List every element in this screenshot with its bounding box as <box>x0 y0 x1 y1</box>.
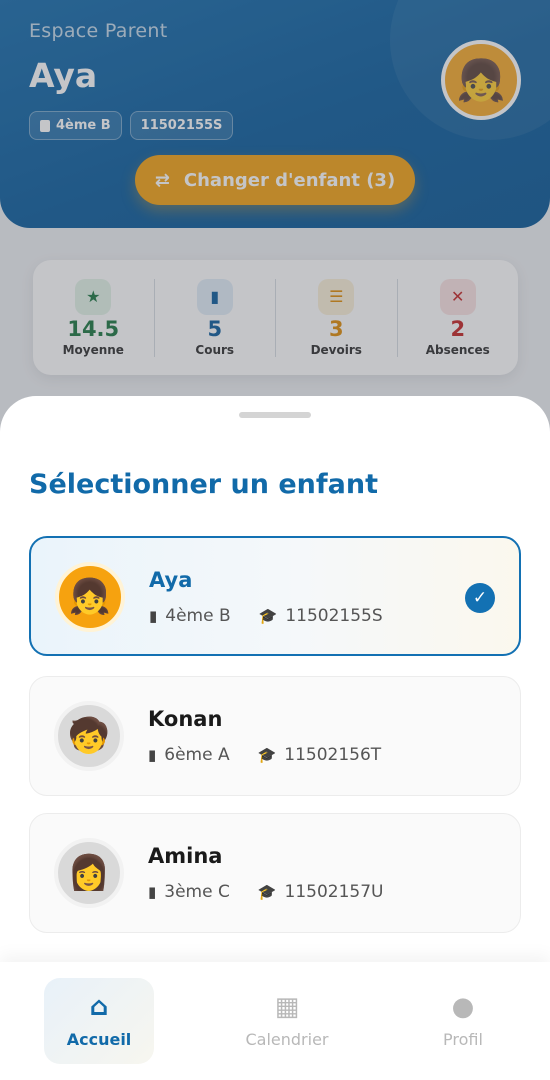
nav-calendar[interactable]: ▦ Calendrier <box>232 978 342 1064</box>
child-option-amina[interactable]: 👩 Amina ▮ 3ème C 🎓 11502157U <box>29 813 521 933</box>
child-class: 6ème A <box>164 745 230 765</box>
book-icon: ▮ <box>149 607 158 625</box>
child-name: Amina <box>148 844 223 868</box>
child-name: Konan <box>148 707 223 731</box>
child-meta: ▮ 4ème B 🎓 11502155S <box>149 606 383 626</box>
bottom-nav: ⌂ Accueil ▦ Calendrier ● Profil <box>0 962 550 1080</box>
nav-profile[interactable]: ● Profil <box>408 978 518 1064</box>
book-icon: ▮ <box>148 746 157 764</box>
graduation-cap-icon: 🎓 <box>257 746 277 764</box>
avatar-emoji: 👩 <box>67 853 111 893</box>
child-meta: ▮ 6ème A 🎓 11502156T <box>148 745 381 765</box>
child-class: 3ème C <box>164 882 230 902</box>
child-id: 11502155S <box>285 606 383 626</box>
calendar-icon: ▦ <box>274 991 300 1022</box>
check-icon: ✓ <box>465 583 495 613</box>
child-class: 4ème B <box>165 606 231 626</box>
child-meta: ▮ 3ème C 🎓 11502157U <box>148 882 384 902</box>
avatar: 🧒 <box>54 701 124 771</box>
nav-calendar-label: Calendrier <box>245 1029 329 1049</box>
child-id: 11502157U <box>284 882 384 902</box>
avatar: 👩 <box>54 838 124 908</box>
child-id: 11502156T <box>284 745 382 765</box>
child-option-aya[interactable]: 👧 Aya ▮ 4ème B 🎓 11502155S ✓ <box>29 536 521 656</box>
avatar: 👧 <box>55 562 125 632</box>
avatar-emoji: 🧒 <box>67 716 111 756</box>
home-icon: ⌂ <box>89 991 109 1022</box>
person-icon: ● <box>451 991 475 1022</box>
graduation-cap-icon: 🎓 <box>258 607 278 625</box>
sheet-title: Sélectionner un enfant <box>29 469 378 500</box>
child-option-konan[interactable]: 🧒 Konan ▮ 6ème A 🎓 11502156T <box>29 676 521 796</box>
graduation-cap-icon: 🎓 <box>257 883 277 901</box>
avatar-emoji: 👧 <box>68 577 112 617</box>
child-name: Aya <box>149 568 193 592</box>
book-icon: ▮ <box>148 883 157 901</box>
sheet-drag-handle[interactable] <box>239 412 311 418</box>
nav-home-label: Accueil <box>66 1029 132 1049</box>
nav-profile-label: Profil <box>443 1029 483 1049</box>
nav-home[interactable]: ⌂ Accueil <box>44 978 154 1064</box>
